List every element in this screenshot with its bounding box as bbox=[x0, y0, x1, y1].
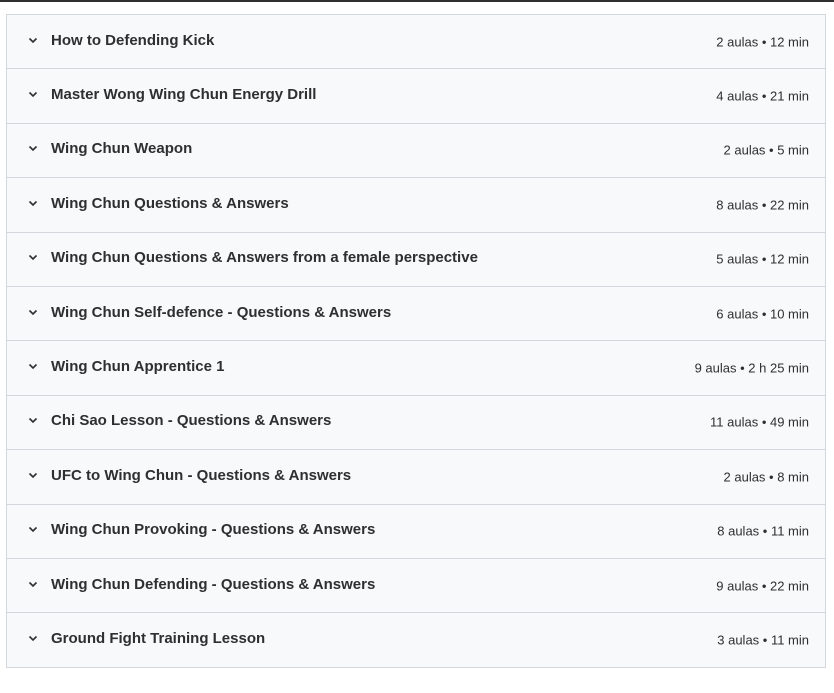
section-title: Wing Chun Questions & Answers bbox=[51, 194, 289, 212]
chevron-down-icon bbox=[27, 414, 39, 426]
chevron-down-icon bbox=[27, 306, 39, 318]
chevron-down-icon bbox=[27, 632, 39, 644]
section-title: Wing Chun Weapon bbox=[51, 140, 193, 158]
top-divider bbox=[0, 0, 834, 2]
section-title: Master Wong Wing Chun Energy Drill bbox=[51, 85, 317, 103]
course-section[interactable]: Master Wong Wing Chun Energy Drill 4 aul… bbox=[7, 69, 825, 124]
chevron-down-icon bbox=[27, 469, 39, 481]
course-section[interactable]: Chi Sao Lesson - Questions & Answers 11 … bbox=[7, 396, 825, 451]
course-sections-list: How to Defending Kick 2 aulas • 12 min M… bbox=[6, 14, 826, 668]
section-lessons-duration: 11 aulas • 49 min bbox=[710, 414, 809, 430]
chevron-down-icon bbox=[27, 360, 39, 372]
course-section[interactable]: How to Defending Kick 2 aulas • 12 min bbox=[7, 15, 825, 70]
chevron-down-icon bbox=[27, 523, 39, 535]
course-section[interactable]: Wing Chun Weapon 2 aulas • 5 min bbox=[7, 124, 825, 179]
section-title: Ground Fight Training Lesson bbox=[51, 629, 266, 647]
section-lessons-duration: 6 aulas • 10 min bbox=[716, 306, 809, 322]
section-lessons-duration: 4 aulas • 21 min bbox=[716, 88, 809, 104]
chevron-down-icon bbox=[27, 142, 39, 154]
section-lessons-duration: 5 aulas • 12 min bbox=[716, 251, 809, 267]
section-lessons-duration: 3 aulas • 11 min bbox=[717, 632, 809, 648]
course-section[interactable]: Wing Chun Questions & Answers from a fem… bbox=[7, 233, 825, 287]
course-section[interactable]: Ground Fight Training Lesson 3 aulas • 1… bbox=[7, 613, 825, 668]
chevron-down-icon bbox=[27, 88, 39, 100]
course-section[interactable]: Wing Chun Defending - Questions & Answer… bbox=[7, 559, 825, 614]
chevron-down-icon bbox=[27, 34, 39, 46]
section-title: Wing Chun Apprentice 1 bbox=[51, 357, 225, 375]
course-content-page: How to Defending Kick 2 aulas • 12 min M… bbox=[0, 0, 834, 693]
course-section[interactable]: Wing Chun Apprentice 1 9 aulas • 2 h 25 … bbox=[7, 341, 825, 396]
section-lessons-duration: 8 aulas • 11 min bbox=[717, 523, 809, 539]
course-section[interactable]: Wing Chun Questions & Answers 8 aulas • … bbox=[7, 178, 825, 233]
chevron-down-icon bbox=[27, 251, 39, 263]
section-title: Wing Chun Provoking - Questions & Answer… bbox=[51, 521, 376, 539]
section-title: How to Defending Kick bbox=[51, 31, 215, 49]
chevron-down-icon bbox=[27, 197, 39, 209]
course-section[interactable]: Wing Chun Provoking - Questions & Answer… bbox=[7, 505, 825, 559]
section-lessons-duration: 2 aulas • 8 min bbox=[723, 469, 809, 485]
chevron-down-icon bbox=[27, 578, 39, 590]
section-title: Wing Chun Questions & Answers from a fem… bbox=[51, 249, 478, 267]
section-lessons-duration: 2 aulas • 5 min bbox=[723, 142, 809, 158]
section-lessons-duration: 9 aulas • 22 min bbox=[716, 578, 809, 594]
section-title: UFC to Wing Chun - Questions & Answers bbox=[51, 466, 352, 484]
section-lessons-duration: 9 aulas • 2 h 25 min bbox=[694, 360, 809, 376]
section-title: Chi Sao Lesson - Questions & Answers bbox=[51, 412, 332, 430]
course-section[interactable]: UFC to Wing Chun - Questions & Answers 2… bbox=[7, 450, 825, 505]
section-title: Wing Chun Defending - Questions & Answer… bbox=[51, 575, 376, 593]
course-section[interactable]: Wing Chun Self-defence - Questions & Ans… bbox=[7, 287, 825, 342]
section-lessons-duration: 2 aulas • 12 min bbox=[716, 34, 809, 50]
section-lessons-duration: 8 aulas • 22 min bbox=[716, 197, 809, 213]
section-title: Wing Chun Self-defence - Questions & Ans… bbox=[51, 303, 392, 321]
